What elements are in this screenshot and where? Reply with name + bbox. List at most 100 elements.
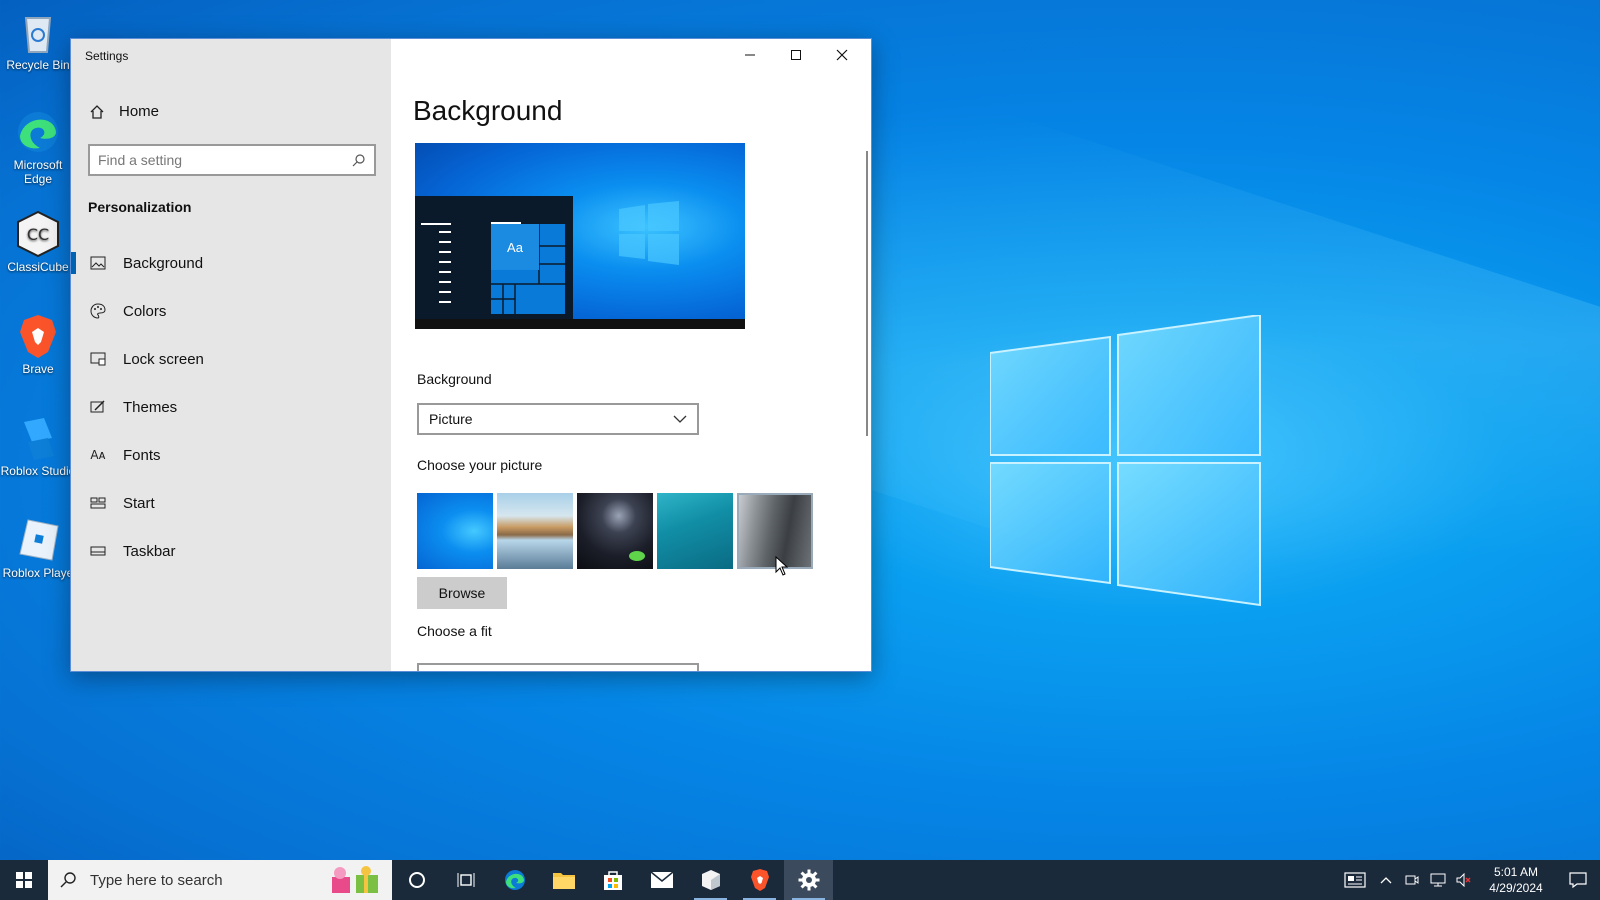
meet-now-button[interactable]: [1400, 860, 1424, 900]
close-button[interactable]: [819, 39, 865, 71]
task-view-icon: [457, 873, 474, 887]
desktop-icon-label: ClassiCube: [7, 260, 69, 274]
folder-icon: [552, 873, 575, 889]
taskbar-file-explorer-button[interactable]: [539, 860, 588, 900]
taskbar-search-box[interactable]: Type here to search: [48, 860, 392, 900]
chevron-down-icon: [673, 415, 687, 423]
find-setting-input[interactable]: Find a setting: [88, 144, 376, 176]
gear-icon: [798, 869, 819, 891]
sidebar-item-taskbar[interactable]: Taskbar: [71, 527, 391, 575]
content-scrollbar[interactable]: [866, 151, 868, 436]
classicube-icon: CC: [17, 210, 59, 258]
task-view-button[interactable]: [441, 860, 490, 900]
tent-glow: [629, 551, 645, 561]
start-button[interactable]: [0, 860, 48, 900]
sidebar-item-background[interactable]: Background: [71, 239, 391, 287]
sidebar-item-fonts[interactable]: Aᴀ Fonts: [71, 431, 391, 479]
desktop-icon-edge[interactable]: Microsoft Edge: [0, 108, 76, 186]
home-icon: [90, 104, 104, 119]
brave-icon: [750, 869, 769, 891]
sidebar-item-label: Start: [123, 494, 155, 512]
recycle-bin-icon: [24, 17, 52, 53]
preview-start-menu: Aa: [415, 196, 573, 319]
classicube-icon: [701, 870, 720, 890]
camera-icon: [1405, 875, 1419, 885]
home-nav-item[interactable]: Home: [89, 103, 159, 120]
taskbar-settings-button[interactable]: [784, 860, 833, 900]
picture-thumbnail-1[interactable]: [417, 493, 493, 569]
show-hidden-icons-button[interactable]: [1374, 860, 1398, 900]
fit-dropdown[interactable]: [417, 663, 699, 671]
sidebar-item-label: Themes: [123, 398, 178, 416]
cortana-icon: [408, 872, 425, 888]
volume-button[interactable]: [1452, 860, 1476, 900]
sidebar-item-start[interactable]: Start: [71, 479, 391, 527]
volume-muted-icon: [1456, 873, 1471, 887]
network-button[interactable]: [1426, 860, 1450, 900]
windows-logo-wallpaper: [990, 315, 1261, 607]
themes-icon: [89, 398, 107, 416]
picture-thumbnail-2[interactable]: [497, 493, 573, 569]
windows-start-icon: [16, 872, 32, 888]
desktop-icon-label: Microsoft Edge: [13, 158, 63, 186]
dropdown-value: Picture: [429, 411, 473, 427]
sidebar-item-label: Background: [123, 254, 204, 272]
window-title: Settings: [85, 49, 129, 63]
close-icon: [836, 49, 848, 61]
store-icon: [603, 871, 622, 890]
desktop-icon-brave[interactable]: Brave: [0, 312, 76, 376]
cortana-button[interactable]: [392, 860, 441, 900]
taskbar-brave-button[interactable]: [735, 860, 784, 900]
fonts-icon: Aᴀ: [90, 448, 106, 462]
home-label: Home: [119, 103, 160, 120]
news-widget-button[interactable]: [1338, 860, 1372, 900]
palette-icon: [89, 302, 107, 320]
choose-fit-label: Choose a fit: [417, 623, 492, 639]
taskbar-classicube-button[interactable]: [686, 860, 735, 900]
sidebar-item-label: Fonts: [123, 446, 161, 464]
background-preview: Aa: [415, 143, 745, 329]
taskbar-mail-button[interactable]: [637, 860, 686, 900]
desktop-icon-recycle-bin[interactable]: Recycle Bin: [0, 8, 76, 72]
chevron-up-icon: [1380, 877, 1392, 884]
desktop-icon-label: Recycle Bin: [6, 58, 70, 72]
desktop-icon-classicube[interactable]: CC ClassiCube: [0, 210, 76, 274]
page-title: Background: [413, 95, 563, 126]
roblox-player-icon: [19, 519, 59, 561]
preview-tile-aa: Aa: [491, 224, 539, 270]
sidebar-item-lock-screen[interactable]: Lock screen: [71, 335, 391, 383]
maximize-button[interactable]: [773, 39, 819, 71]
lock-screen-icon: [89, 350, 107, 368]
picture-thumbnails: [417, 493, 813, 569]
desktop-icon-roblox-player[interactable]: Roblox Playe: [0, 516, 76, 580]
maximize-icon: [791, 50, 801, 60]
desktop-icon-label: Roblox Playe: [2, 566, 74, 580]
picture-thumbnail-3[interactable]: [577, 493, 653, 569]
picture-thumbnail-4[interactable]: [657, 493, 733, 569]
edge-icon: [18, 112, 58, 152]
mouse-cursor: [775, 556, 789, 576]
browse-button[interactable]: Browse: [417, 577, 507, 609]
picture-icon: [89, 254, 107, 272]
news-icon: [1344, 872, 1366, 888]
action-center-button[interactable]: [1556, 860, 1600, 900]
desktop-icon-roblox-studio[interactable]: Roblox Studio: [0, 414, 76, 478]
search-icon: [352, 154, 365, 167]
sidebar-item-label: Lock screen: [123, 350, 204, 368]
brave-icon: [20, 315, 56, 358]
sidebar-item-themes[interactable]: Themes: [71, 383, 391, 431]
taskbar-edge-button[interactable]: [490, 860, 539, 900]
taskbar-icon: [89, 542, 107, 560]
search-highlight-gifts-icon: [332, 866, 378, 893]
preview-menu-lines: [421, 223, 451, 303]
preview-taskbar: [415, 319, 745, 329]
clock[interactable]: 5:01 AM 4/29/2024: [1478, 864, 1554, 896]
taskbar: Type here to search 5:01 AM 4/29/2024: [0, 860, 1600, 900]
start-icon: [89, 494, 107, 512]
background-type-dropdown[interactable]: Picture: [417, 403, 699, 435]
sidebar-item-label: Colors: [123, 302, 167, 320]
sidebar-item-colors[interactable]: Colors: [71, 287, 391, 335]
minimize-button[interactable]: [727, 39, 773, 71]
roblox-studio-icon: [24, 418, 54, 460]
taskbar-store-button[interactable]: [588, 860, 637, 900]
